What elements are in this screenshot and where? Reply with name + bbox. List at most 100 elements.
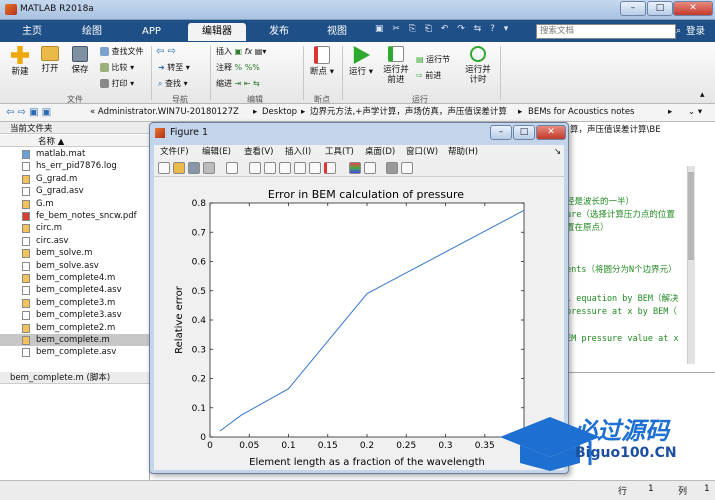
file-row[interactable]: bem_solve.m <box>0 247 149 259</box>
run-section-button[interactable]: ▤ 运行节 <box>416 54 450 65</box>
path-segment-desktop[interactable]: Desktop <box>262 104 297 121</box>
pan-hand-icon[interactable] <box>279 162 291 174</box>
file-row[interactable]: G_grad.m <box>0 173 149 185</box>
file-row[interactable]: bem_complete4.asv <box>0 284 149 296</box>
print-figure-icon[interactable] <box>203 162 215 174</box>
search-icon[interactable]: ⌕ <box>676 24 685 39</box>
menu-insert[interactable]: 插入(I) <box>285 145 311 159</box>
menu-help[interactable]: 帮助(H) <box>448 145 478 159</box>
goto-button[interactable]: ➜ 转至 ▾ <box>158 62 190 73</box>
format-icon: ▤ <box>254 47 263 56</box>
comment-button[interactable]: 注释 % %% <box>216 62 260 73</box>
menu-file[interactable]: 文件(F) <box>160 145 189 159</box>
rotate-3d-icon[interactable] <box>294 162 306 174</box>
editor-scroll-thumb[interactable] <box>688 172 694 260</box>
file-row[interactable]: bem_complete3.m <box>0 297 149 309</box>
menu-window[interactable]: 窗口(W) <box>406 145 438 159</box>
plot-axes-box[interactable] <box>209 202 525 438</box>
breakpoint-button[interactable]: 断点 ▾ <box>308 46 336 77</box>
address-bar[interactable]: ⇦ ⇨ ▣ ▣ « Administrator.WIN7U-20180127Z … <box>0 104 715 122</box>
figure-minimize-button[interactable]: – <box>490 125 512 140</box>
indent-button[interactable]: 缩进 ⇥ ⇤ ⇆ <box>216 78 260 89</box>
close-button[interactable]: ✕ <box>673 1 713 16</box>
login-link[interactable]: 登录 <box>686 24 705 39</box>
ribbon-collapse-icon[interactable]: ▴ <box>700 90 705 100</box>
status-bar: 行 1 列 1 <box>0 480 715 500</box>
file-name: G_grad.m <box>36 173 78 184</box>
zoom-out-icon[interactable] <box>264 162 276 174</box>
browse-folder-icon[interactable]: ⌄ ▾ <box>688 104 702 121</box>
find-button[interactable]: ⌕ 查找 ▾ <box>158 78 188 89</box>
open-button[interactable]: 打开 <box>36 46 64 74</box>
new-button[interactable]: 新建 <box>6 46 34 77</box>
path-segment-root[interactable]: « Administrator.WIN7U-20180127Z <box>90 104 239 121</box>
tab-view[interactable]: 视图 <box>313 23 361 41</box>
file-row[interactable]: hs_err_pid7876.log <box>0 160 149 172</box>
path-expand-icon[interactable]: ▸ <box>668 104 672 121</box>
zoom-in-icon[interactable] <box>249 162 261 174</box>
advance-button[interactable]: ⇨ 前进 <box>416 70 441 81</box>
advance-label: 前进 <box>425 71 442 80</box>
file-name: bem_solve.m <box>36 248 93 259</box>
tab-plots[interactable]: 绘图 <box>68 23 116 41</box>
nav-arrows[interactable]: ⇦ ⇨ <box>156 46 176 57</box>
tab-editor[interactable]: 编辑器 <box>188 23 246 41</box>
name-column-header[interactable]: 名称 ▲ <box>0 135 150 147</box>
file-row[interactable]: bem_complete3.asv <box>0 309 149 321</box>
compare-button[interactable]: 比较 ▾ <box>100 62 134 73</box>
data-cursor-icon[interactable] <box>309 162 321 174</box>
save-disk-icon <box>72 46 88 62</box>
path-segment-folder[interactable]: 边界元方法,+声学计算，声场仿真，声压值误差计算 <box>310 104 507 121</box>
code-line: 经是波长的一半） <box>566 197 635 207</box>
file-row[interactable]: G.m <box>0 198 149 210</box>
edit-plot-arrow-icon[interactable] <box>226 162 238 174</box>
file-row[interactable]: matlab.mat <box>0 148 149 160</box>
run-button[interactable]: 运行 ▾ <box>347 46 375 77</box>
editor-path-fragment: 算，声压值误差计算\BE <box>570 125 661 135</box>
file-row[interactable]: bem_solve.asv <box>0 260 149 272</box>
print-button[interactable]: 打印 ▾ <box>100 78 134 89</box>
insert-button[interactable]: 插入 ▣ fx ▤▾ <box>216 46 266 57</box>
file-row[interactable]: fe_bem_notes_sncw.pdf <box>0 210 149 222</box>
open-file-icon[interactable] <box>173 162 185 174</box>
maximize-button[interactable]: □ <box>647 1 673 16</box>
file-row[interactable]: bem_complete.asv <box>0 346 149 358</box>
tab-apps[interactable]: APP <box>128 23 175 41</box>
file-row[interactable]: bem_complete.m <box>0 334 149 347</box>
file-name: bem_complete4.asv <box>36 285 122 296</box>
run-time-button[interactable]: 运行并 计时 <box>462 46 494 85</box>
brush-icon[interactable] <box>324 162 336 174</box>
menu-dock-icon[interactable]: ↘ <box>554 145 561 159</box>
file-row[interactable]: bem_complete4.m <box>0 272 149 284</box>
show-tools-icon[interactable] <box>401 162 413 174</box>
search-input[interactable]: 搜索文档 <box>536 24 676 39</box>
menu-edit[interactable]: 编辑(E) <box>202 145 231 159</box>
figure-close-button[interactable]: ✕ <box>536 125 566 140</box>
menu-tools[interactable]: 工具(T) <box>325 145 354 159</box>
menu-desktop[interactable]: 桌面(D) <box>365 145 395 159</box>
m-file-icon <box>22 174 30 184</box>
minimize-button[interactable]: – <box>620 1 646 16</box>
file-row[interactable]: bem_complete2.m <box>0 322 149 334</box>
back-forward-icons[interactable]: ⇦ ⇨ ▣ ▣ <box>6 104 51 121</box>
file-row[interactable]: circ.asv <box>0 235 149 247</box>
file-name: bem_complete4.m <box>36 273 116 283</box>
toolbar-quick-icons[interactable]: ▣ ✂ ⎘ ⎗ ↶ ↷ ⇆ ? ▾ <box>375 24 525 38</box>
file-row[interactable]: circ.m <box>0 222 149 234</box>
colorbar-icon[interactable] <box>349 162 361 174</box>
legend-icon[interactable] <box>364 162 376 174</box>
save-button[interactable]: 保存 <box>66 46 94 75</box>
file-row[interactable]: G_grad.asv <box>0 185 149 197</box>
open-label: 打开 <box>41 64 59 74</box>
tab-home[interactable]: 主页 <box>8 23 56 41</box>
new-figure-icon[interactable] <box>158 162 170 174</box>
m-file-icon <box>22 274 30 283</box>
tab-publish[interactable]: 发布 <box>255 23 303 41</box>
find-files-button[interactable]: 查找文件 <box>100 46 144 57</box>
path-segment-subfolder[interactable]: BEMs for Acoustics notes <box>528 104 635 121</box>
hide-tools-icon[interactable] <box>386 162 398 174</box>
menu-view[interactable]: 查看(V) <box>244 145 273 159</box>
figure-maximize-button[interactable]: □ <box>513 125 535 140</box>
save-figure-icon[interactable] <box>188 162 200 174</box>
run-advance-button[interactable]: 运行并 前进 <box>380 46 412 85</box>
